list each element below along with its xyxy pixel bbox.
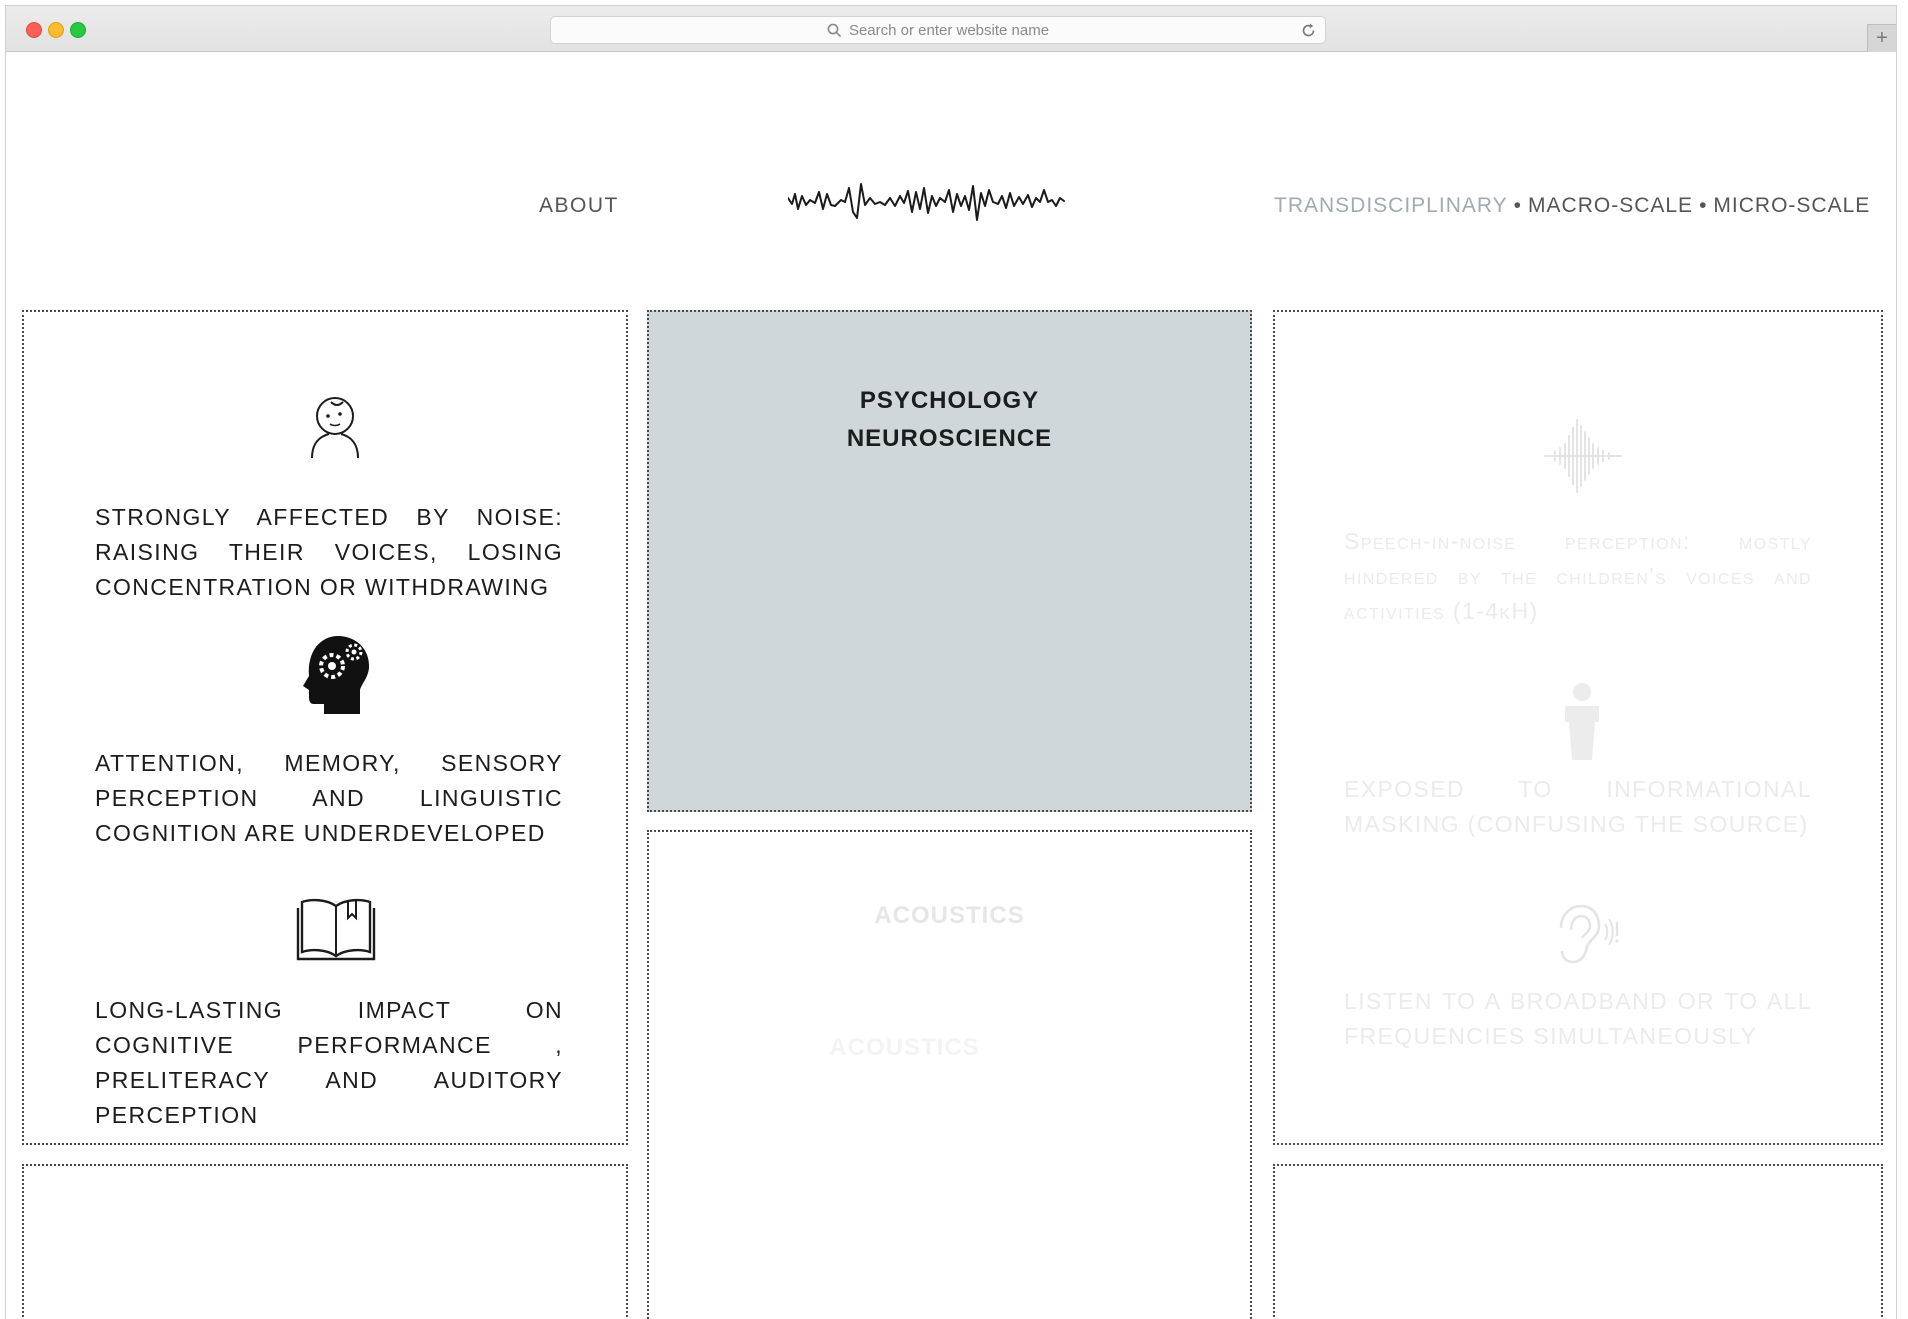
acoustic-text-1: Speech-in-noise perception: mostly hinde… (1344, 528, 1812, 624)
ear-icon (1559, 904, 1619, 964)
soundwave-logo[interactable] (788, 176, 1128, 232)
panel-title-acoustics-ghost: ACOUSTICS (829, 1034, 980, 1061)
minimize-window-button[interactable] (48, 22, 64, 38)
new-tab-button[interactable]: + (1867, 24, 1896, 52)
nav-separator: • (1513, 194, 1523, 217)
search-icon (827, 23, 842, 37)
reload-icon[interactable] (1300, 22, 1317, 39)
browser-window: Search or enter website name + ABOUT TRA… (6, 6, 1896, 1319)
open-book-icon (296, 898, 376, 961)
acoustic-perception-panel: Speech-in-noise perception: mostly hinde… (1273, 310, 1883, 1145)
bottom-right-panel (1273, 1164, 1883, 1319)
nav-transdisciplinary-link[interactable]: TRANSDISCIPLINARY (1274, 194, 1508, 217)
nav-separator: • (1699, 194, 1708, 217)
acoustic-text-3: LISTEN TO A BROADBAND OR TO ALL FREQUENC… (1344, 988, 1812, 1049)
panel-title-psychology: PSYCHOLOGY (859, 387, 1040, 414)
brain-gears-icon (303, 636, 370, 714)
child-impact-text-1: STRONGLY AFFECTED BY NOISE: RAISING THEI… (95, 504, 563, 600)
person-icon (1565, 683, 1599, 760)
nav-micro-scale-link[interactable]: MICRO-SCALE (1713, 194, 1870, 217)
child-impact-panel: STRONGLY AFFECTED BY NOISE: RAISING THEI… (22, 310, 628, 1145)
bottom-left-panel (22, 1164, 628, 1319)
close-window-button[interactable] (26, 22, 42, 38)
acoustics-panel[interactable]: ACOUSTICS ACOUSTICS (647, 830, 1252, 1319)
zoom-window-button[interactable] (70, 22, 86, 38)
nav-right: TRANSDISCIPLINARY • MACRO-SCALE • MICRO-SCAL… (1274, 194, 1870, 218)
panel-title-acoustics: ACOUSTICS (874, 902, 1025, 929)
acoustic-text-2: EXPOSED TO INFORMATIONAL MASKING (CONFUS… (1344, 776, 1812, 837)
child-impact-text-3: LONG-LASTING IMPACT ON COGNITIVE PERFORM… (95, 997, 563, 1128)
sound-wave-icon (1544, 419, 1622, 493)
psychology-neuroscience-panel[interactable]: PSYCHOLOGY NEUROSCIENCE (647, 310, 1252, 812)
address-bar[interactable]: Search or enter website name (550, 16, 1326, 44)
nav-about-link[interactable]: ABOUT (539, 194, 619, 218)
nav-macro-scale-link[interactable]: MACRO-SCALE (1528, 194, 1693, 217)
address-placeholder: Search or enter website name (848, 21, 1050, 39)
browser-toolbar: Search or enter website name + (6, 6, 1896, 52)
child-face-icon (311, 397, 359, 459)
child-impact-text-2: ATTENTION, MEMORY, SENSORY PERCEPTION AN… (95, 750, 563, 846)
panel-title-neuroscience: NEUROSCIENCE (846, 425, 1053, 452)
